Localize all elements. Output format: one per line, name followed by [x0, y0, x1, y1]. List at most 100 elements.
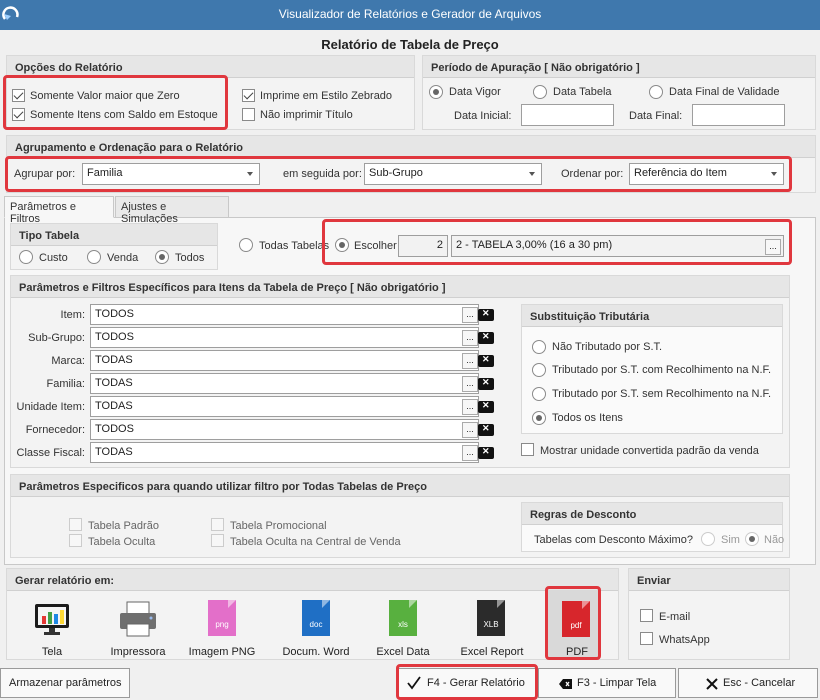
filter-0-input[interactable]: TODOS — [90, 304, 479, 325]
xlb-icon-text: XLB — [483, 620, 499, 629]
filter-0-lookup-button[interactable]: ... — [462, 307, 478, 323]
todos-label: Todos — [175, 252, 205, 264]
xls-icon-text: xls — [398, 620, 408, 629]
nao-tributado-label: Não Tributado por S.T. — [552, 341, 663, 353]
filter-1-lookup-button[interactable]: ... — [462, 330, 478, 346]
filter-4-input[interactable]: TODAS — [90, 396, 479, 417]
armazenar-parametros-button[interactable]: Armazenar parâmetros — [0, 668, 130, 698]
filter-5-input[interactable]: TODOS — [90, 419, 479, 440]
tipo-tabela-header: Tipo Tabela — [11, 224, 217, 246]
highlight-gerar — [396, 664, 538, 700]
filter-6-clear-icon[interactable] — [478, 446, 494, 459]
radio-custo[interactable] — [19, 250, 33, 264]
png-file-icon[interactable]: png — [208, 600, 236, 636]
filter-1-input[interactable]: TODOS — [90, 327, 479, 348]
png-icon-text: png — [215, 620, 229, 629]
tabela-promocional-label: Tabela Promocional — [230, 520, 327, 532]
tabela-oculta-label: Tabela Oculta — [88, 536, 156, 548]
enviar-header: Enviar — [629, 569, 789, 591]
filter-6-lookup-button[interactable]: ... — [462, 445, 478, 461]
filter-4-lookup-button[interactable]: ... — [462, 399, 478, 415]
radio-nao[interactable] — [745, 532, 759, 546]
filter-4-clear-icon[interactable] — [478, 400, 494, 413]
tabelas-desconto-label: Tabelas com Desconto Máximo? — [534, 534, 693, 546]
excel-file-icon[interactable]: xls — [389, 600, 417, 636]
filter-5-clear-icon[interactable] — [478, 423, 494, 436]
checkbox-nao-imprimir-titulo[interactable] — [242, 108, 255, 121]
substituicao-header: Substituição Tributária — [522, 305, 782, 327]
impressora-label: Impressora — [110, 646, 166, 658]
tributado-com-label: Tributado por S.T. com Recolhimento na N… — [552, 364, 772, 376]
radio-todos-itens[interactable] — [532, 411, 546, 425]
data-final-label: Data Final: — [629, 110, 683, 122]
data-final-input[interactable] — [692, 104, 785, 126]
tabela-padrao-label: Tabela Padrão — [88, 520, 159, 532]
filter-2-lookup-button[interactable]: ... — [462, 353, 478, 369]
filter-0-clear-icon[interactable] — [478, 308, 494, 321]
filter-3-clear-icon[interactable] — [478, 377, 494, 390]
highlight-tabela — [322, 219, 792, 265]
data-tabela-label: Data Tabela — [553, 86, 612, 98]
form-title: Relatório de Tabela de Preço — [321, 37, 499, 52]
clear-icon — [559, 679, 572, 689]
period-header: Período de Apuração [ Não obrigatório ] — [423, 56, 815, 78]
filtros-header: Parâmetros e Filtros Específicos para It… — [11, 276, 789, 298]
nao-imprimir-titulo-label: Não imprimir Título — [260, 109, 353, 121]
checkbox-email[interactable] — [640, 609, 653, 622]
filter-3-label: Familia: — [46, 378, 85, 390]
radio-todas-tabelas[interactable] — [239, 238, 253, 252]
monitor-icon[interactable] — [33, 602, 71, 636]
todas-tabelas-label: Todas Tabelas — [259, 240, 330, 252]
highlight-pdf — [545, 586, 601, 660]
filter-6-input[interactable]: TODAS — [90, 442, 479, 463]
checkbox-zebrado[interactable] — [242, 89, 255, 102]
radio-data-vigor[interactable] — [429, 85, 443, 99]
checkbox-mostrar-unidade[interactable] — [521, 443, 534, 456]
filter-3-input[interactable]: TODAS — [90, 373, 479, 394]
limpar-tela-button[interactable]: F3 - Limpar Tela — [538, 668, 676, 698]
tab-ajustes-simulacoes[interactable]: Ajustes e Simulações — [115, 196, 229, 225]
highlight-grouping — [5, 156, 792, 192]
checkbox-tabela-oculta-central[interactable] — [211, 534, 224, 547]
printer-icon[interactable] — [118, 600, 158, 638]
data-vigor-label: Data Vigor — [449, 86, 501, 98]
window-title: Visualizador de Relatórios e Gerador de … — [278, 7, 542, 21]
radio-tributado-sem[interactable] — [532, 387, 546, 401]
filter-1-clear-icon[interactable] — [478, 331, 494, 344]
gerar-header: Gerar relatório em: — [7, 569, 618, 591]
radio-data-tabela[interactable] — [533, 85, 547, 99]
checkbox-tabela-padrao[interactable] — [69, 518, 82, 531]
checkbox-tabela-oculta[interactable] — [69, 534, 82, 547]
fold-corner — [322, 600, 330, 608]
radio-tributado-com[interactable] — [532, 363, 546, 377]
filter-2-label: Marca: — [51, 355, 85, 367]
checkbox-tabela-promocional[interactable] — [211, 518, 224, 531]
tab-parametros-filtros[interactable]: Parâmetros e Filtros — [4, 196, 114, 225]
fold-corner — [228, 600, 236, 608]
excel-report-file-icon[interactable]: XLB — [477, 600, 505, 636]
data-inicial-input[interactable] — [521, 104, 614, 126]
doc-icon-text: doc — [309, 620, 323, 629]
png-label: Imagem PNG — [188, 646, 256, 658]
filter-2-value: TODAS — [95, 354, 133, 366]
filter-2-input[interactable]: TODAS — [90, 350, 479, 371]
cancelar-button[interactable]: Esc - Cancelar — [678, 668, 818, 698]
data-inicial-label: Data Inicial: — [454, 110, 512, 122]
radio-todos[interactable] — [155, 250, 169, 264]
filter-0-label: Item: — [60, 309, 85, 321]
radio-venda[interactable] — [87, 250, 101, 264]
radio-data-final-validade[interactable] — [649, 85, 663, 99]
armazenar-label: Armazenar parâmetros — [9, 677, 122, 689]
checkbox-whatsapp[interactable] — [640, 632, 653, 645]
radio-sim[interactable] — [701, 532, 715, 546]
word-file-icon[interactable]: doc — [302, 600, 330, 636]
filter-5-value: TODOS — [95, 423, 134, 435]
email-label: E-mail — [659, 611, 691, 623]
filter-2-clear-icon[interactable] — [478, 354, 494, 367]
radio-nao-tributado[interactable] — [532, 340, 546, 354]
excel-label: Excel Data — [376, 646, 430, 658]
filter-5-lookup-button[interactable]: ... — [462, 422, 478, 438]
title-bar: Visualizador de Relatórios e Gerador de … — [0, 0, 820, 30]
filter-3-lookup-button[interactable]: ... — [462, 376, 478, 392]
whatsapp-label: WhatsApp — [659, 634, 710, 646]
